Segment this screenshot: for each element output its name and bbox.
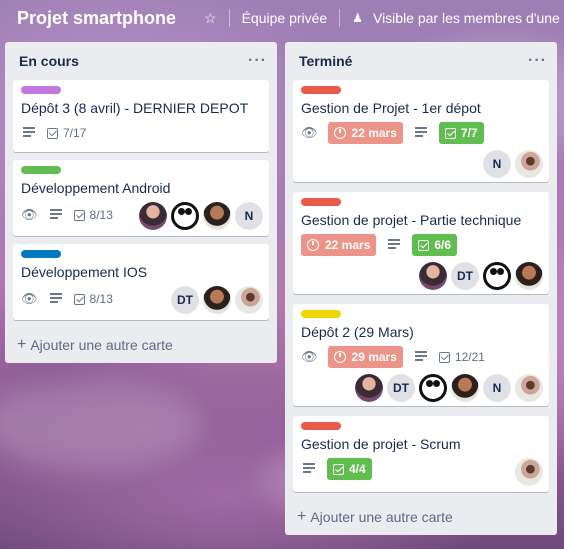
member-avatar[interactable]: DT (451, 262, 479, 290)
due-date-badge[interactable]: 29 mars (327, 346, 403, 368)
add-card-button[interactable]: + Ajouter une autre carte (17, 336, 173, 354)
list-title[interactable]: En cours (19, 53, 79, 69)
card-title: Dépôt 2 (29 Mars) (301, 324, 414, 340)
card-label[interactable] (21, 86, 61, 94)
clock-icon (333, 351, 346, 363)
member-avatar[interactable]: N (483, 150, 511, 178)
description-icon (301, 461, 317, 478)
card-label[interactable] (301, 422, 341, 430)
checklist-badge: 4/4 (327, 458, 372, 480)
checklist-icon (73, 293, 85, 305)
card-label[interactable] (301, 198, 341, 206)
member-avatar[interactable] (483, 262, 511, 290)
card-title: Dépôt 3 (8 avril) - DERNIER DEPOT (21, 100, 249, 116)
visibility-icon: ♟ (352, 11, 363, 25)
card[interactable]: Développement IOS 👁 8/13 DT (13, 244, 269, 320)
checklist-badge: 7/17 (47, 126, 86, 140)
checklist-icon (73, 209, 85, 221)
board-header: Projet smartphone ☆ Équipe privée ♟ Visi… (0, 0, 564, 36)
checklist-icon (444, 127, 456, 139)
description-icon (413, 125, 429, 142)
member-avatar[interactable]: N (235, 202, 263, 230)
card[interactable]: Gestion de projet - Partie technique 22 … (293, 192, 549, 294)
card[interactable]: Gestion de projet - Scrum 4/4 (293, 416, 549, 492)
member-avatar[interactable] (515, 150, 543, 178)
clock-icon (307, 239, 319, 251)
member-avatar[interactable] (419, 262, 447, 290)
due-date-badge[interactable]: 22 mars (327, 122, 403, 144)
list-en-cours: En cours ··· Dépôt 3 (8 avril) - DERNIER… (5, 42, 277, 363)
visibility-button[interactable]: Visible par les membres d'une (373, 10, 560, 26)
checklist-icon (333, 463, 344, 475)
member-avatar[interactable] (515, 374, 543, 402)
checklist-badge: 8/13 (73, 208, 113, 222)
checklist-badge: 8/13 (73, 292, 113, 306)
description-icon (413, 349, 429, 366)
member-avatar[interactable] (203, 202, 231, 230)
member-avatar[interactable] (139, 202, 167, 230)
divider (339, 9, 341, 27)
card-title: Gestion de Projet - 1er dépot (301, 100, 481, 116)
member-avatar[interactable] (355, 374, 383, 402)
card-label[interactable] (301, 310, 341, 318)
member-avatar[interactable] (203, 286, 231, 314)
watch-icon: 👁 (301, 349, 318, 364)
due-date-badge[interactable]: 22 mars (301, 234, 377, 256)
checklist-badge: 6/6 (412, 234, 458, 256)
checklist-badge: 12/21 (438, 350, 485, 364)
star-icon[interactable]: ☆ (204, 10, 217, 27)
member-avatar[interactable]: DT (387, 374, 415, 402)
card[interactable]: Dépôt 3 (8 avril) - DERNIER DEPOT 7/17 (13, 80, 269, 152)
card[interactable]: Gestion de Projet - 1er dépot 👁 22 mars … (293, 80, 549, 182)
checklist-icon (438, 351, 450, 363)
clock-icon (333, 127, 346, 139)
list-menu-icon[interactable]: ··· (528, 52, 547, 70)
member-avatar[interactable]: N (483, 374, 511, 402)
member-avatar[interactable] (451, 374, 479, 402)
card-title: Développement Android (21, 180, 171, 196)
divider (228, 9, 230, 27)
member-avatar[interactable] (515, 458, 543, 486)
watch-icon: 👁 (21, 207, 38, 222)
card-title: Gestion de projet - Partie technique (301, 212, 522, 228)
description-icon (48, 291, 64, 308)
list-menu-icon[interactable]: ··· (248, 52, 267, 70)
member-avatar[interactable] (235, 286, 263, 314)
checklist-icon (47, 127, 58, 139)
checklist-badge: 7/7 (438, 122, 484, 144)
description-icon (386, 237, 402, 254)
checklist-icon (418, 239, 430, 251)
member-avatar[interactable]: DT (171, 286, 199, 314)
add-card-button[interactable]: + Ajouter une autre carte (297, 508, 453, 526)
description-icon (21, 125, 37, 142)
list-termine: Terminé ··· Gestion de Projet - 1er dépo… (285, 42, 557, 535)
description-icon (48, 207, 64, 224)
member-avatar[interactable] (515, 262, 543, 290)
member-avatar[interactable] (171, 202, 199, 230)
card-title: Développement IOS (21, 264, 148, 280)
card-label[interactable] (21, 166, 61, 174)
card[interactable]: Dépôt 2 (29 Mars) 👁 29 mars 12/21 DT N (293, 304, 549, 406)
plus-icon: + (297, 508, 307, 525)
plus-icon: + (17, 336, 27, 353)
list-title[interactable]: Terminé (299, 53, 352, 69)
watch-icon: 👁 (21, 291, 38, 306)
card-label[interactable] (21, 250, 61, 258)
card-title: Gestion de projet - Scrum (301, 436, 461, 452)
board-title[interactable]: Projet smartphone (17, 8, 176, 29)
member-avatar[interactable] (419, 374, 447, 402)
watch-icon: 👁 (301, 125, 318, 140)
card-label[interactable] (301, 86, 341, 94)
card[interactable]: Développement Android 👁 8/13 N (13, 160, 269, 236)
team-button[interactable]: Équipe privée (242, 10, 328, 26)
